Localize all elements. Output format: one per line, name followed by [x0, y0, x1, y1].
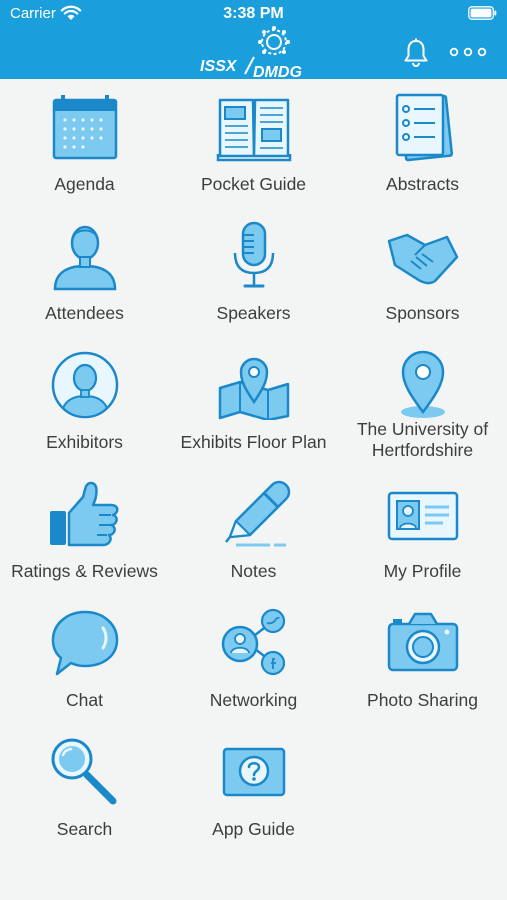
help-icon	[216, 737, 292, 807]
menu-item-pocket-guide[interactable]: Pocket Guide	[169, 79, 338, 208]
menu-item-agenda[interactable]: Agenda	[0, 79, 169, 208]
menu-item-label: Chat	[66, 690, 103, 710]
pen-icon	[216, 479, 292, 549]
menu-item-label: Ratings & Reviews	[11, 561, 158, 581]
book-icon	[216, 92, 292, 162]
microphone-icon	[216, 221, 292, 291]
camera-icon	[385, 608, 461, 678]
svg-text:DMDG: DMDG	[253, 64, 302, 78]
menu-item-label: Networking	[209, 690, 298, 710]
menu-item-exhibitors[interactable]: Exhibitors	[0, 337, 169, 466]
bell-icon[interactable]	[403, 38, 429, 68]
magnifier-icon	[47, 737, 123, 807]
menu-item-label: Search	[56, 819, 113, 839]
menu-item-label: Exhibits Floor Plan	[180, 432, 327, 452]
menu-item-label: Pocket Guide	[200, 174, 307, 194]
menu-item-label: Attendees	[45, 303, 124, 323]
menu-item-label: My Profile	[383, 561, 462, 581]
network-icon	[216, 608, 292, 678]
documents-icon	[385, 92, 461, 162]
menu-item-speakers[interactable]: Speakers	[169, 208, 338, 337]
menu-item-label: App Guide	[212, 819, 295, 839]
menu-item-label: Photo Sharing	[367, 690, 478, 710]
menu-item-notes[interactable]: Notes	[169, 466, 338, 595]
feature-menu-grid: Agenda Pocket Guide Abstracts Attendees …	[0, 79, 507, 900]
menu-item-ratings-reviews[interactable]: Ratings & Reviews	[0, 466, 169, 595]
thumbs-up-icon	[47, 479, 123, 549]
menu-item-exhibits-floor-plan[interactable]: Exhibits Floor Plan	[169, 337, 338, 466]
menu-item-label: Agenda	[54, 174, 115, 194]
issx-dmdg-logo: ISSX DMDG	[200, 26, 302, 78]
menu-item-chat[interactable]: Chat	[0, 595, 169, 724]
speech-bubble-icon	[47, 608, 123, 678]
app-header: Carrier 3:38 PM ISSX DMDG	[0, 0, 507, 79]
handshake-icon	[385, 221, 461, 291]
location-pin-icon	[385, 350, 461, 420]
menu-item-label: Exhibitors	[46, 432, 123, 452]
menu-item-label: Sponsors	[385, 303, 460, 323]
battery-icon	[468, 6, 497, 20]
menu-item-attendees[interactable]: Attendees	[0, 208, 169, 337]
menu-item-university-of-hertfordshire[interactable]: The University of Hertfordshire	[338, 337, 507, 466]
menu-item-abstracts[interactable]: Abstracts	[338, 79, 507, 208]
menu-item-label: Abstracts	[386, 174, 459, 194]
menu-item-label: Speakers	[216, 303, 291, 323]
svg-text:ISSX: ISSX	[200, 58, 238, 75]
map-icon	[216, 350, 292, 420]
person-icon	[47, 221, 123, 291]
menu-item-label: Notes	[230, 561, 277, 581]
menu-item-sponsors[interactable]: Sponsors	[338, 208, 507, 337]
person-circle-icon	[47, 350, 123, 420]
status-time: 3:38 PM	[223, 5, 284, 22]
calendar-icon	[47, 92, 123, 162]
menu-item-my-profile[interactable]: My Profile	[338, 466, 507, 595]
menu-item-photo-sharing[interactable]: Photo Sharing	[338, 595, 507, 724]
id-card-icon	[385, 479, 461, 549]
menu-item-search[interactable]: Search	[0, 724, 169, 853]
menu-item-app-guide[interactable]: App Guide	[169, 724, 338, 853]
more-horizontal-icon[interactable]	[449, 45, 487, 59]
menu-item-networking[interactable]: Networking	[169, 595, 338, 724]
menu-item-label: The University of Hertfordshire	[356, 419, 489, 460]
